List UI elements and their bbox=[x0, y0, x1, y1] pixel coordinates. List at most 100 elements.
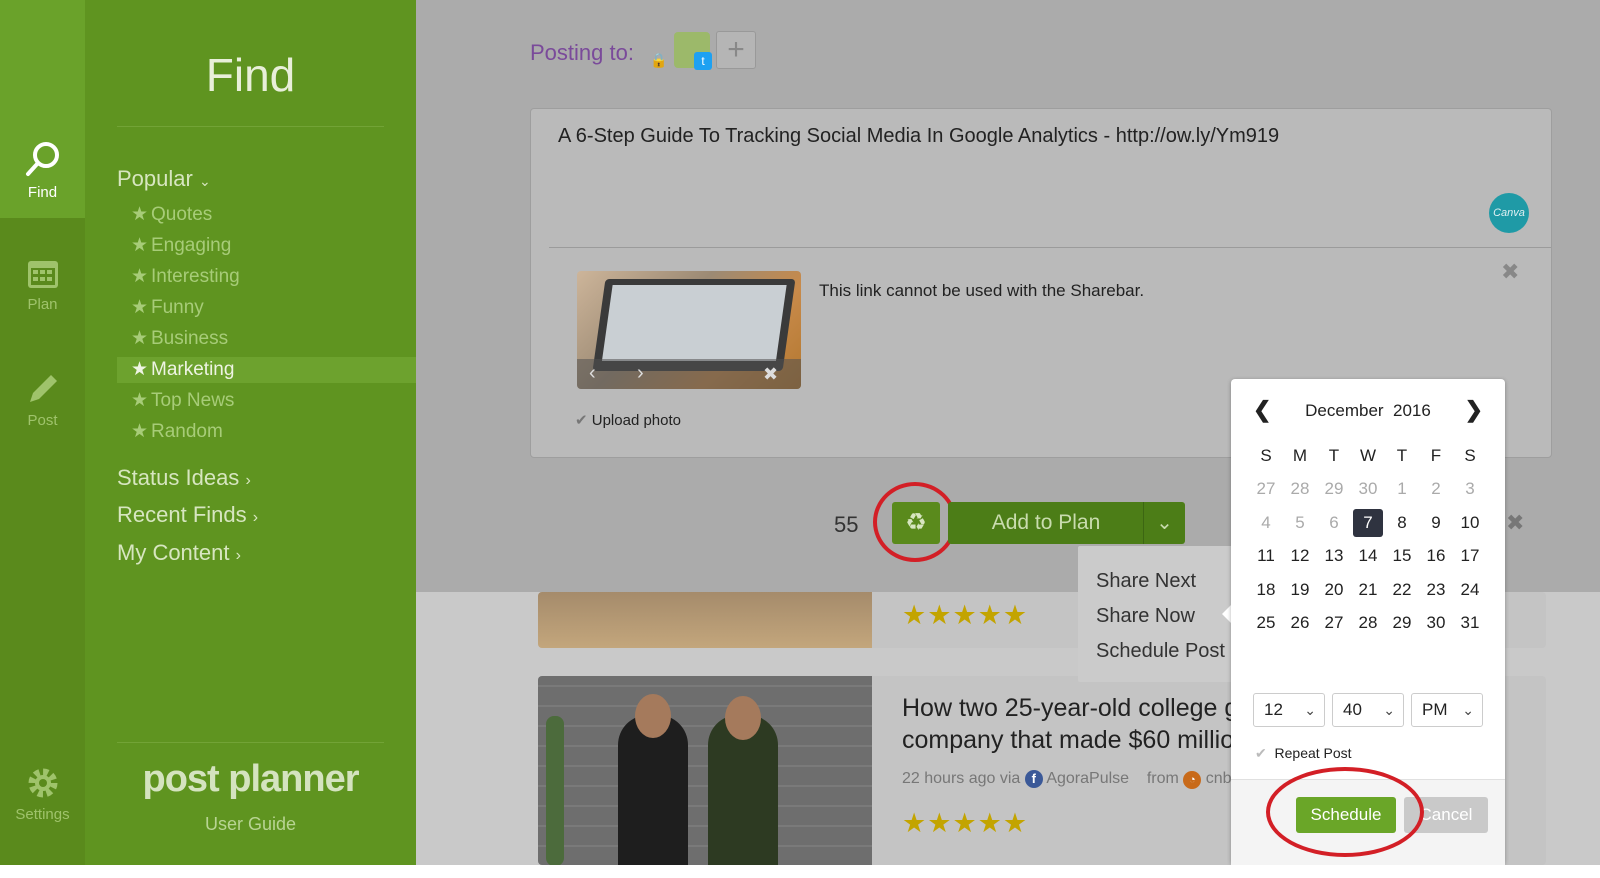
rail-label-settings: Settings bbox=[15, 806, 70, 823]
calendar-day[interactable]: 12 bbox=[1285, 542, 1315, 570]
close-icon[interactable]: ✖ bbox=[763, 364, 778, 385]
star-icon: ★ bbox=[131, 359, 149, 380]
sidebar-my-content[interactable]: My Content › bbox=[117, 540, 241, 566]
calendar-day[interactable]: 8 bbox=[1387, 509, 1417, 537]
card-title[interactable]: How two 25-year-old college g bbox=[902, 694, 1238, 723]
calendar-day[interactable]: 16 bbox=[1421, 542, 1451, 570]
sidebar-title: Find bbox=[205, 49, 296, 101]
rail-label-post: Post bbox=[27, 412, 58, 429]
star-icon: ★ bbox=[131, 328, 149, 349]
calendar-month: December bbox=[1305, 401, 1384, 420]
calendar-day[interactable]: 21 bbox=[1353, 576, 1383, 604]
calendar-day[interactable]: 31 bbox=[1455, 609, 1485, 637]
close-icon[interactable]: ✖ bbox=[1506, 510, 1524, 536]
calendar-day[interactable]: 11 bbox=[1251, 542, 1281, 570]
calendar-day[interactable]: 28 bbox=[1353, 609, 1383, 637]
sidebar-item-interesting[interactable]: ★ Interesting bbox=[117, 264, 416, 290]
rail-item-post[interactable]: Post bbox=[0, 372, 85, 429]
sidebar-item-label: Engaging bbox=[151, 235, 232, 256]
calendar-day[interactable]: 15 bbox=[1387, 542, 1417, 570]
photo-head bbox=[635, 694, 671, 738]
calendar-day: 30 bbox=[1358, 479, 1378, 499]
user-guide-link[interactable]: User Guide bbox=[85, 814, 416, 835]
sidebar-item-label: Top News bbox=[151, 390, 235, 411]
chevron-down-icon: ⌄ bbox=[1383, 702, 1395, 718]
calendar-day[interactable]: 24 bbox=[1455, 576, 1485, 604]
day-of-week-label: T bbox=[1396, 445, 1408, 465]
add-to-plan-button[interactable]: Add to Plan bbox=[948, 502, 1144, 544]
calendar-day[interactable]: 29 bbox=[1387, 609, 1417, 637]
calendar-day[interactable]: 22 bbox=[1387, 576, 1417, 604]
calendar-day[interactable]: 9 bbox=[1421, 509, 1451, 537]
calendar-day[interactable]: 19 bbox=[1285, 576, 1315, 604]
sidebar-status-ideas[interactable]: Status Ideas › bbox=[117, 465, 251, 491]
link-notice: This link cannot be used with the Shareb… bbox=[819, 281, 1145, 300]
sidebar-item-quotes[interactable]: ★ Quotes bbox=[117, 202, 416, 228]
sidebar-item-label: Quotes bbox=[151, 204, 213, 225]
sidebar-recent-finds[interactable]: Recent Finds › bbox=[117, 502, 258, 528]
popular-label: Popular bbox=[117, 166, 193, 191]
rating-stars[interactable]: ★★★★★ bbox=[902, 600, 1028, 631]
card-source[interactable]: AgoraPulse bbox=[1046, 770, 1129, 787]
star-icon: ★ bbox=[131, 421, 149, 442]
star-icon: ★ bbox=[131, 390, 149, 411]
calendar-day: 3 bbox=[1465, 479, 1475, 499]
calendar-day[interactable]: 30 bbox=[1421, 609, 1451, 637]
icon-rail: Find Plan Post Settings bbox=[0, 0, 85, 865]
post-message-text[interactable]: A 6-Step Guide To Tracking Social Media … bbox=[558, 125, 1279, 148]
calendar-day[interactable]: 17 bbox=[1455, 542, 1485, 570]
rail-label-find: Find bbox=[27, 184, 58, 201]
repeat-post-checkbox[interactable]: ✔ Repeat Post bbox=[1255, 745, 1352, 762]
sidebar-popular[interactable]: Popular ⌄ bbox=[117, 166, 211, 192]
hour-select[interactable]: 12 ⌄ bbox=[1253, 693, 1325, 727]
rail-item-plan[interactable]: Plan bbox=[0, 256, 85, 313]
calendar-day: 2 bbox=[1431, 479, 1441, 499]
remove-link-close-icon[interactable]: ✖ bbox=[1501, 259, 1519, 285]
posting-to-label: Posting to: bbox=[530, 40, 634, 65]
calendar-day[interactable]: 10 bbox=[1455, 509, 1485, 537]
minute-select[interactable]: 40 ⌄ bbox=[1332, 693, 1404, 727]
character-count: 55 bbox=[834, 512, 859, 537]
calendar-day: 4 bbox=[1261, 512, 1271, 532]
rail-item-find[interactable]: Find bbox=[0, 124, 85, 218]
card-title-line2[interactable]: company that made $60 millio bbox=[902, 726, 1234, 755]
menu-item-share-now[interactable]: Share Now bbox=[1096, 605, 1195, 628]
calendar-day[interactable]: 18 bbox=[1251, 576, 1281, 604]
sidebar-item-marketing[interactable]: ★ Marketing bbox=[117, 357, 416, 383]
sidebar-item-engaging[interactable]: ★ Engaging bbox=[117, 233, 416, 259]
twitter-icon: t bbox=[694, 52, 712, 70]
sidebar-item-business[interactable]: ★ Business bbox=[117, 326, 416, 352]
calendar-day[interactable]: 25 bbox=[1251, 609, 1281, 637]
section-label: My Content bbox=[117, 540, 230, 565]
calendar-day[interactable]: 13 bbox=[1319, 542, 1349, 570]
card-feed[interactable]: cnb bbox=[1206, 770, 1232, 787]
upload-photo-link[interactable]: ✔ Upload photo bbox=[575, 411, 681, 429]
add-profile-button[interactable]: + bbox=[716, 31, 756, 69]
calendar-day[interactable]: 20 bbox=[1319, 576, 1349, 604]
add-to-plan-menu: Share Next Share Now Schedule Post bbox=[1078, 546, 1238, 682]
calendar-day[interactable]: 14 bbox=[1353, 542, 1383, 570]
sidebar-item-random[interactable]: ★ Random bbox=[117, 419, 416, 445]
add-to-plan-dropdown[interactable]: ⌄ bbox=[1143, 502, 1185, 544]
sidebar-item-top-news[interactable]: ★ Top News bbox=[117, 388, 416, 414]
day-of-week-label: T bbox=[1328, 445, 1340, 465]
rating-stars[interactable]: ★★★★★ bbox=[902, 808, 1028, 839]
menu-item-share-next[interactable]: Share Next bbox=[1096, 570, 1196, 593]
calendar-day: 1 bbox=[1397, 479, 1407, 499]
menu-item-schedule-post[interactable]: Schedule Post bbox=[1096, 640, 1225, 663]
rail-item-settings[interactable]: Settings bbox=[0, 766, 85, 823]
sidebar-item-label: Business bbox=[151, 328, 229, 349]
calendar-day[interactable]: 27 bbox=[1319, 609, 1349, 637]
chevron-left-icon[interactable]: ‹ bbox=[589, 362, 596, 385]
sidebar-item-funny[interactable]: ★ Funny bbox=[117, 295, 416, 321]
sidebar-item-label: Funny bbox=[151, 297, 204, 318]
calendar-day[interactable]: 26 bbox=[1285, 609, 1315, 637]
canva-button[interactable]: Canva bbox=[1489, 193, 1529, 233]
calendar-day-selected[interactable]: 7 bbox=[1353, 508, 1383, 537]
star-icon: ★ bbox=[131, 297, 149, 318]
cactus bbox=[546, 716, 564, 865]
ampm-select[interactable]: PM ⌄ bbox=[1411, 693, 1483, 727]
calendar-day[interactable]: 23 bbox=[1421, 576, 1451, 604]
next-month-chevron-right-icon[interactable]: ❯ bbox=[1465, 397, 1483, 423]
chevron-right-icon[interactable]: › bbox=[637, 362, 644, 385]
